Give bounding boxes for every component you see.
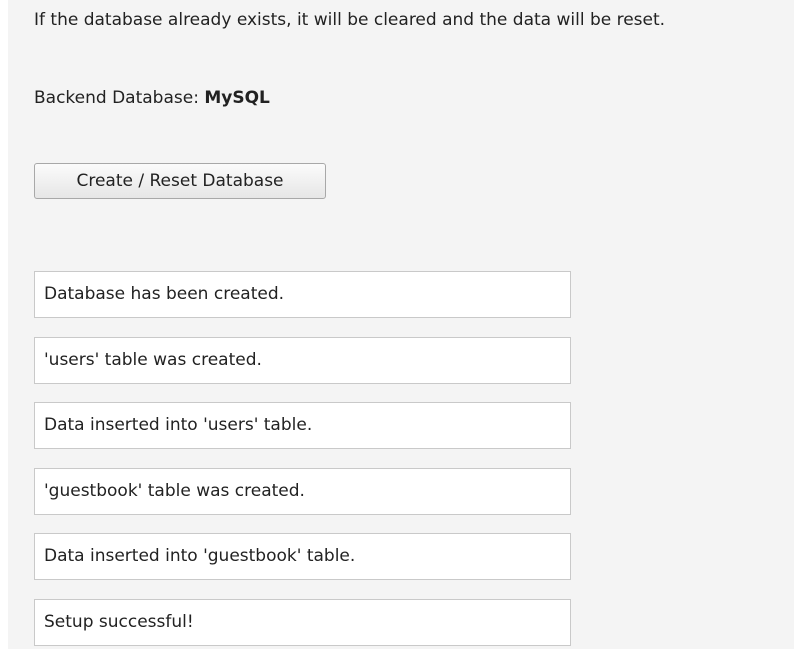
setup-message-list: Database has been created. 'users' table… — [34, 271, 571, 649]
main-content: If the database already exists, it will … — [8, 0, 794, 649]
message-users-data-inserted: Data inserted into 'users' table. — [34, 402, 571, 449]
intro-text: If the database already exists, it will … — [34, 10, 666, 30]
message-guestbook-table-created: 'guestbook' table was created. — [34, 467, 571, 515]
message-guestbook-data-inserted: Data inserted into 'guestbook' table. — [34, 533, 571, 580]
message-database-created: Database has been created. — [34, 271, 571, 318]
create-reset-database-button[interactable]: Create / Reset Database — [34, 163, 326, 199]
page: If the database already exists, it will … — [0, 0, 794, 649]
backend-database-value: MySQL — [204, 88, 270, 108]
message-users-table-created: 'users' table was created. — [34, 336, 571, 384]
backend-database-line: Backend Database: MySQL — [34, 86, 270, 110]
message-setup-successful: Setup successful! — [34, 598, 571, 646]
backend-database-label: Backend Database: — [34, 88, 199, 108]
